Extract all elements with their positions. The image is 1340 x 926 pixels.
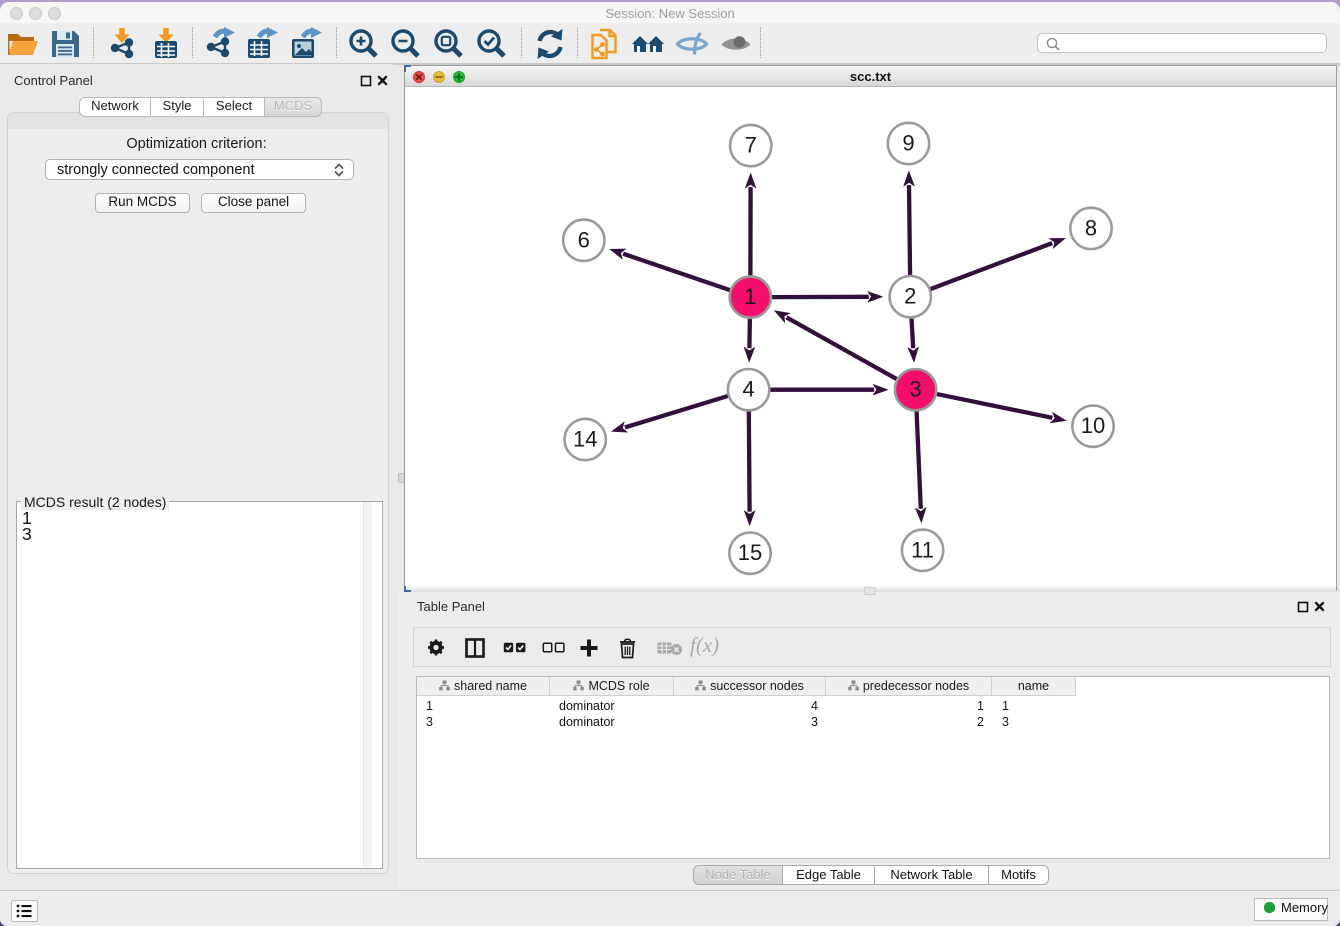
svg-text:2: 2 <box>904 284 916 309</box>
svg-text:10: 10 <box>1081 413 1105 438</box>
svg-text:9: 9 <box>902 131 914 156</box>
svg-text:8: 8 <box>1085 215 1097 240</box>
svg-text:4: 4 <box>742 377 754 402</box>
svg-text:1: 1 <box>744 284 756 309</box>
svg-text:14: 14 <box>573 427 597 452</box>
svg-text:15: 15 <box>738 540 762 565</box>
svg-text:6: 6 <box>578 227 590 252</box>
svg-text:3: 3 <box>909 377 921 402</box>
svg-text:11: 11 <box>911 537 934 562</box>
svg-text:7: 7 <box>745 133 757 158</box>
